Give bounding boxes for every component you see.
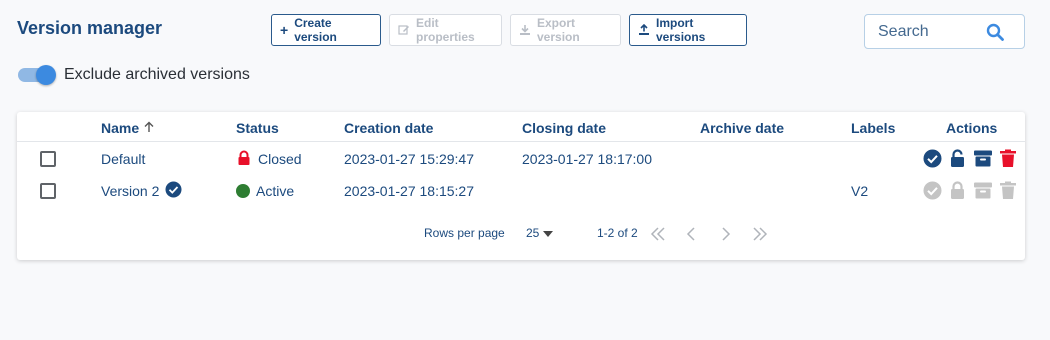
- search-input[interactable]: Search: [864, 14, 1025, 49]
- active-version-check-icon: [165, 181, 182, 201]
- archive-icon[interactable]: [973, 181, 993, 205]
- table-row: Version 2 Active 2023-01-27 18:15:27 V2: [17, 175, 1025, 207]
- version-name[interactable]: Version 2: [101, 183, 159, 199]
- next-page-icon[interactable]: [720, 227, 732, 244]
- active-status-dot-icon: [236, 184, 250, 198]
- column-actions-header: Actions: [946, 120, 998, 136]
- lock-closed-icon: [236, 150, 252, 169]
- edit-icon: [398, 24, 410, 36]
- creation-date: 2023-01-27 18:15:27: [344, 183, 474, 199]
- previous-page-icon[interactable]: [685, 227, 697, 244]
- column-status-header[interactable]: Status: [236, 120, 279, 136]
- export-version-button[interactable]: Export version: [510, 14, 621, 46]
- row-checkbox[interactable]: [40, 183, 56, 199]
- column-name-header[interactable]: Name: [101, 120, 155, 136]
- set-active-icon[interactable]: [923, 149, 942, 173]
- create-version-button[interactable]: + Create version: [271, 14, 381, 46]
- column-archive-date-header[interactable]: Archive date: [700, 120, 784, 136]
- first-page-icon[interactable]: [650, 227, 666, 244]
- upload-icon: [638, 24, 650, 36]
- sort-ascending-icon[interactable]: [143, 120, 155, 136]
- exclude-archived-label: Exclude archived versions: [64, 66, 250, 83]
- delete-icon[interactable]: [999, 149, 1017, 173]
- unlock-icon[interactable]: [948, 149, 967, 173]
- row-actions: [923, 181, 1017, 205]
- column-labels-header[interactable]: Labels: [851, 120, 895, 136]
- pagination-range: 1-2 of 2: [597, 226, 638, 240]
- page-title: Version manager: [17, 18, 163, 38]
- column-creation-date-header[interactable]: Creation date: [344, 120, 433, 136]
- plus-icon: +: [280, 22, 289, 38]
- column-closing-date-header[interactable]: Closing date: [522, 120, 606, 136]
- download-icon: [519, 24, 531, 36]
- table-row: Default Closed 2023-01-27 15:29:47 2023-…: [17, 143, 1025, 175]
- version-name[interactable]: Default: [101, 143, 145, 175]
- rows-per-page-label: Rows per page: [424, 226, 505, 240]
- import-versions-button[interactable]: Import versions: [629, 14, 747, 46]
- version-name-cell: Version 2: [101, 175, 182, 207]
- lock-icon[interactable]: [948, 181, 967, 205]
- status-cell: Closed: [236, 143, 302, 175]
- exclude-archived-toggle[interactable]: [18, 65, 56, 85]
- status-cell: Active: [236, 175, 294, 207]
- closing-date: 2023-01-27 18:17:00: [522, 151, 652, 167]
- versions-table: Name Status Creation date Closing date A…: [17, 112, 1025, 260]
- edit-properties-button[interactable]: Edit properties: [389, 14, 502, 46]
- archive-icon[interactable]: [973, 149, 993, 173]
- status-text: Active: [256, 183, 295, 199]
- delete-icon[interactable]: [999, 181, 1017, 205]
- row-checkbox[interactable]: [40, 151, 56, 167]
- creation-date: 2023-01-27 15:29:47: [344, 151, 474, 167]
- table-header: Name Status Creation date Closing date A…: [17, 112, 1025, 142]
- rows-per-page-select[interactable]: 25: [526, 226, 554, 240]
- caret-down-icon: [543, 226, 554, 240]
- set-active-icon[interactable]: [923, 181, 942, 205]
- status-text: Closed: [258, 151, 302, 167]
- last-page-icon[interactable]: [752, 227, 768, 244]
- labels: V2: [851, 183, 869, 199]
- pagination-bar: Rows per page 25 1-2 of 2: [17, 220, 1025, 248]
- search-icon[interactable]: [986, 23, 1004, 46]
- row-actions: [923, 149, 1017, 173]
